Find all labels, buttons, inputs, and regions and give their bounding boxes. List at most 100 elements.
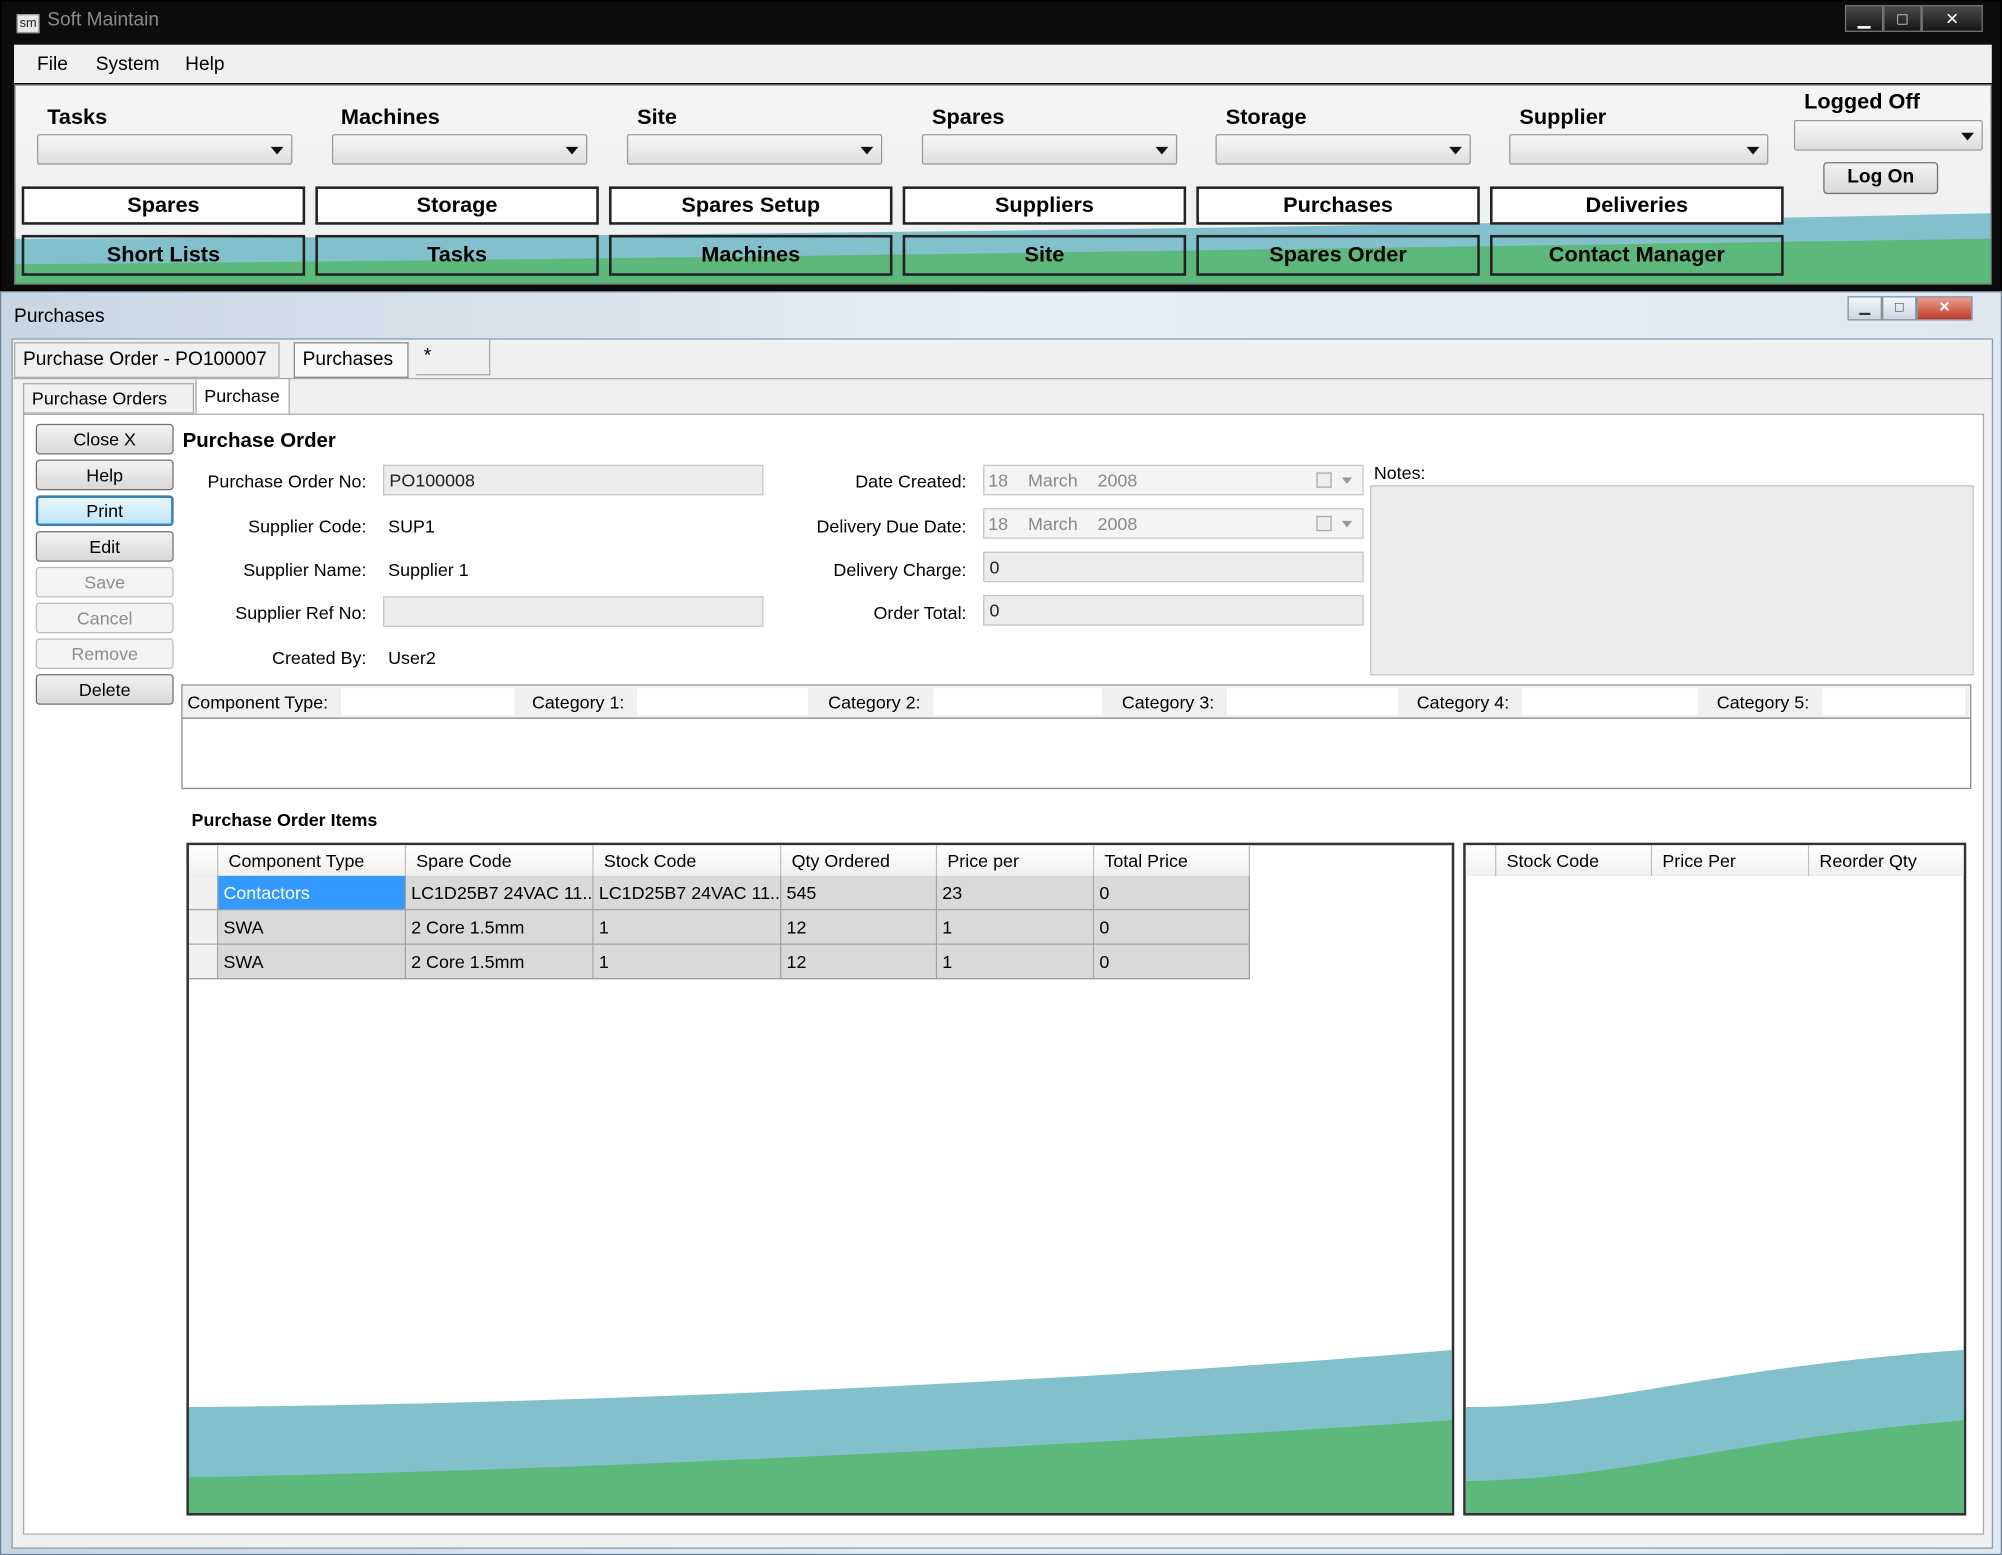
column-header[interactable]: Price per <box>937 845 1095 876</box>
supplier-name-label: Supplier Name: <box>243 559 367 580</box>
column-header[interactable]: Price Per <box>1652 845 1810 876</box>
tab-new[interactable]: * <box>416 339 491 376</box>
supplier-ref-field[interactable] <box>383 596 764 627</box>
menu-system[interactable]: System <box>96 54 160 76</box>
tab-purchase[interactable]: Purchase <box>195 377 290 415</box>
row-header[interactable] <box>188 910 219 945</box>
save-button[interactable]: Save <box>35 566 174 598</box>
table-cell[interactable]: Contactors <box>218 875 407 911</box>
minimize-icon[interactable]: ▁ <box>1844 5 1884 32</box>
supplier-combo[interactable] <box>1509 134 1769 165</box>
nav-tasks-button[interactable]: Tasks <box>315 234 599 276</box>
table-cell[interactable]: 23 <box>937 875 1095 911</box>
user-combo[interactable] <box>1793 120 1983 151</box>
nav-suppliers-button[interactable]: Suppliers <box>902 186 1187 225</box>
nav-site-button[interactable]: Site <box>902 234 1187 276</box>
remove-button[interactable]: Remove <box>35 638 174 670</box>
filter-category-1-input[interactable] <box>637 688 809 716</box>
notes-textarea[interactable] <box>1369 485 1974 676</box>
po-number-field[interactable]: PO100008 <box>383 464 764 496</box>
column-header[interactable]: Spare Code <box>406 845 594 876</box>
chevron-down-icon <box>565 146 579 155</box>
table-cell[interactable]: SWA <box>218 910 407 945</box>
supplier-name-value: Supplier 1 <box>388 559 469 580</box>
close-button[interactable]: Close X <box>35 423 174 455</box>
nav-spares-setup-button[interactable]: Spares Setup <box>609 186 893 225</box>
nav-spares-order-button[interactable]: Spares Order <box>1196 234 1480 276</box>
machines-combo[interactable] <box>331 134 588 165</box>
menu-file[interactable]: File <box>37 54 68 76</box>
column-header[interactable]: Qty Ordered <box>781 845 938 876</box>
cancel-button[interactable]: Cancel <box>35 602 174 634</box>
print-button[interactable]: Print <box>35 495 174 527</box>
tasks-combo[interactable] <box>37 134 293 165</box>
table-cell[interactable]: 545 <box>781 875 938 911</box>
tab-purchase-order[interactable]: Purchase Order - PO100007 <box>14 342 280 378</box>
spares-combo[interactable] <box>921 134 1178 165</box>
table-cell[interactable]: LC1D25B7 24VAC 11... <box>593 875 782 911</box>
log-on-button[interactable]: Log On <box>1823 162 1939 195</box>
filter-component-type-input[interactable] <box>340 688 515 716</box>
close-window-icon[interactable]: ✕ <box>1916 296 1973 321</box>
delivery-charge-field[interactable]: 0 <box>983 551 1364 583</box>
table-cell[interactable]: 2 Core 1.5mm <box>406 944 594 980</box>
row-header[interactable] <box>188 944 219 980</box>
close-window-icon[interactable]: ✕ <box>1921 5 1983 32</box>
table-cell[interactable]: 0 <box>1094 910 1250 945</box>
column-header[interactable]: Component Type <box>218 845 407 876</box>
table-cell[interactable]: 1 <box>937 910 1095 945</box>
table-cell[interactable]: 2 Core 1.5mm <box>406 910 594 945</box>
maximize-icon[interactable]: □ <box>1883 5 1922 32</box>
table-cell[interactable]: 0 <box>1094 944 1250 980</box>
nav-contact-manager-button[interactable]: Contact Manager <box>1490 234 1784 276</box>
delivery-due-label: Delivery Due Date: <box>816 515 967 537</box>
delete-button[interactable]: Delete <box>35 674 174 705</box>
menu-help[interactable]: Help <box>185 54 224 76</box>
filter-category-3-input[interactable] <box>1226 688 1399 716</box>
edit-button[interactable]: Edit <box>35 531 174 562</box>
tasks-combo-label: Tasks <box>47 104 108 129</box>
filter-category-2-label: Category 2: <box>828 692 921 713</box>
nav-machines-button[interactable]: Machines <box>609 234 893 276</box>
supplier-ref-label: Supplier Ref No: <box>235 602 367 624</box>
main-window: sm Soft Maintain ▁ □ ✕ File System Help … <box>0 0 2002 292</box>
delivery-due-picker[interactable]: 18 March 2008 <box>983 508 1364 539</box>
filter-category-5-input[interactable] <box>1821 688 1965 716</box>
maximize-icon[interactable]: □ <box>1881 296 1917 321</box>
column-header[interactable]: Stock Code <box>1496 845 1653 876</box>
help-button[interactable]: Help <box>35 459 174 491</box>
column-header[interactable]: Total Price <box>1094 845 1250 876</box>
nav-short-lists-button[interactable]: Short Lists <box>21 234 306 276</box>
table-row[interactable]: SWA 2 Core 1.5mm 1 12 1 0 <box>188 910 1250 945</box>
column-header[interactable]: Reorder Qty <box>1809 845 1964 876</box>
column-header[interactable]: Stock Code <box>593 845 782 876</box>
table-cell[interactable]: 12 <box>781 910 938 945</box>
table-cell[interactable]: 12 <box>781 944 938 980</box>
table-cell[interactable]: 1 <box>593 910 782 945</box>
chevron-down-icon <box>1341 477 1353 484</box>
date-created-picker[interactable]: 18 March 2008 <box>983 464 1364 496</box>
table-cell[interactable]: LC1D25B7 24VAC 11... <box>406 875 594 911</box>
storage-combo[interactable] <box>1215 134 1471 165</box>
filter-category-2-input[interactable] <box>933 688 1102 716</box>
order-total-label: Order Total: <box>873 602 967 624</box>
table-row[interactable]: SWA 2 Core 1.5mm 1 12 1 0 <box>188 944 1250 980</box>
row-header[interactable] <box>188 875 219 911</box>
tab-purchases[interactable]: Purchases <box>293 342 409 378</box>
site-combo[interactable] <box>626 134 883 165</box>
table-cell[interactable]: SWA <box>218 944 407 980</box>
nav-deliveries-button[interactable]: Deliveries <box>1490 186 1784 225</box>
nav-storage-button[interactable]: Storage <box>315 186 599 225</box>
nav-spares-button[interactable]: Spares <box>21 186 306 225</box>
table-cell[interactable]: 1 <box>937 944 1095 980</box>
tab-purchase-orders-list[interactable]: Purchase Orders List <box>22 383 195 437</box>
table-row[interactable]: Contactors LC1D25B7 24VAC 11... LC1D25B7… <box>188 875 1250 911</box>
nav-purchases-button[interactable]: Purchases <box>1196 186 1480 225</box>
order-total-field[interactable]: 0 <box>983 594 1364 626</box>
minimize-icon[interactable]: ▁ <box>1847 296 1882 321</box>
filter-category-4-input[interactable] <box>1521 688 1699 716</box>
table-cell[interactable]: 1 <box>593 944 782 980</box>
main-window-title: Soft Maintain <box>47 8 160 31</box>
grid-background-wave <box>1465 1349 1964 1513</box>
table-cell[interactable]: 0 <box>1094 875 1250 911</box>
